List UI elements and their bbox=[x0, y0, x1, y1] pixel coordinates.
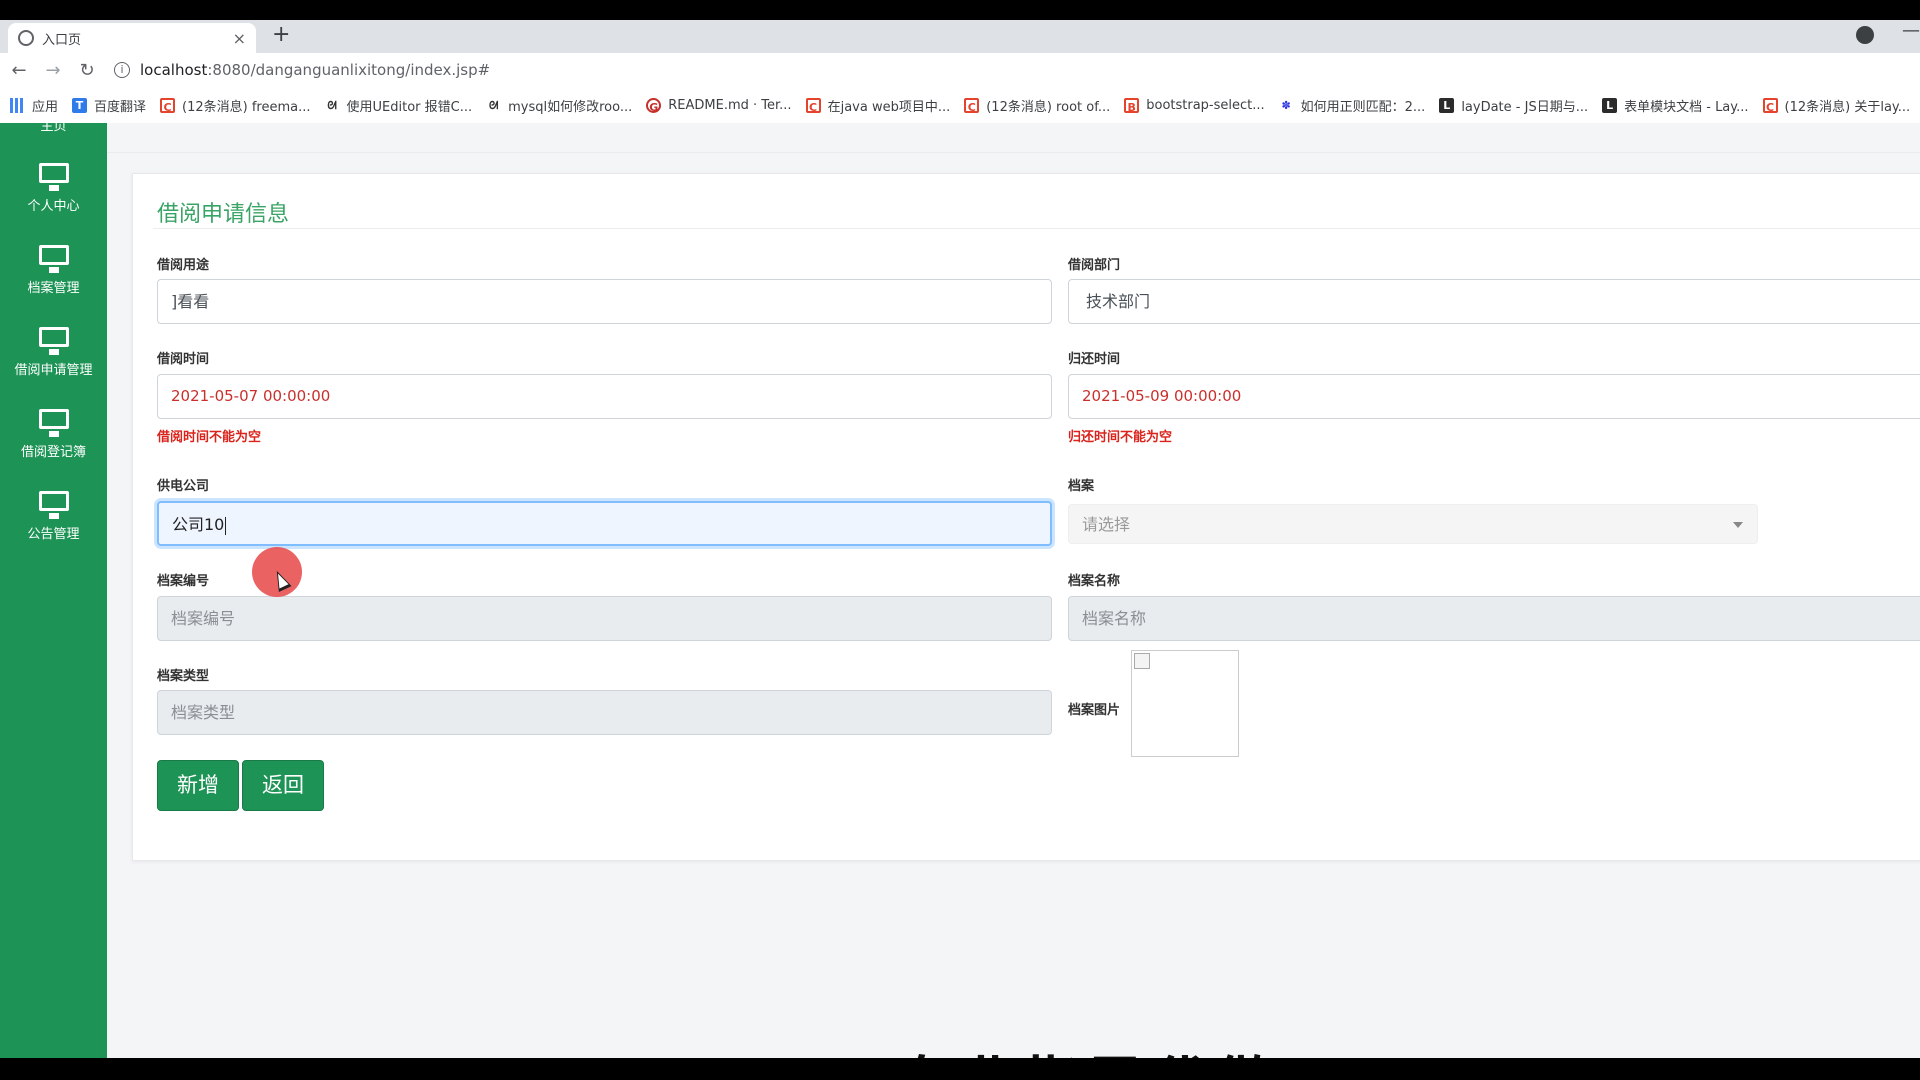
new-tab-button[interactable]: + bbox=[272, 22, 290, 47]
bookmark-item[interactable]: G README.md · Ter... bbox=[646, 97, 792, 114]
top-strip bbox=[107, 123, 1920, 153]
apps-icon bbox=[10, 97, 25, 113]
archive-type-label: 档案类型 bbox=[157, 669, 210, 684]
purpose-label: 借阅用途 bbox=[157, 258, 210, 273]
borrow-time-error: 借阅时间不能为空 bbox=[157, 430, 262, 445]
dept-label: 借阅部门 bbox=[1068, 258, 1121, 273]
monitor-icon bbox=[38, 491, 69, 519]
csdn-icon: C bbox=[160, 97, 176, 114]
return-time-error: 归还时间不能为空 bbox=[1068, 430, 1173, 445]
bottom-letterbox bbox=[0, 1058, 1920, 1080]
bookmark-item[interactable]: ᘛ mysql如何修改roo... bbox=[486, 96, 632, 115]
dropdown-arrow-icon bbox=[1733, 522, 1743, 528]
sidebar-item-label: 借阅申请管理 bbox=[14, 363, 93, 378]
minimize-button[interactable]: — bbox=[1902, 20, 1920, 41]
address-bar[interactable]: i localhost:8080/danganguanlixitong/inde… bbox=[114, 61, 490, 79]
url-text[interactable]: localhost:8080/danganguanlixitong/index.… bbox=[140, 61, 490, 79]
monitor-icon bbox=[38, 409, 69, 437]
bookmark-item[interactable]: T 百度翻译 bbox=[72, 96, 146, 115]
csdn-icon: C bbox=[1762, 97, 1778, 114]
globe-icon bbox=[18, 30, 34, 46]
sidebar-item-label: 个人中心 bbox=[27, 199, 80, 214]
sidebar-item-label: 公告管理 bbox=[27, 527, 80, 542]
sidebar-item-home[interactable]: 主页 bbox=[0, 123, 107, 134]
archive-image-label: 档案图片 bbox=[1068, 703, 1121, 718]
sidebar-item-borrow-application-management[interactable]: 借阅申请管理 bbox=[0, 327, 107, 378]
profile-icon[interactable] bbox=[1856, 26, 1874, 44]
baidu-paw-icon: ✽ bbox=[1278, 97, 1294, 113]
baidu-translate-icon: T bbox=[72, 97, 88, 113]
gitee-icon: G bbox=[646, 97, 662, 114]
archive-name-label: 档案名称 bbox=[1068, 574, 1121, 589]
layui-icon: L bbox=[1602, 97, 1618, 113]
add-button[interactable]: 新增 bbox=[157, 760, 239, 811]
monitor-icon bbox=[38, 327, 69, 355]
divider bbox=[153, 228, 1920, 229]
back-button[interactable]: ← bbox=[2, 60, 36, 81]
swirl-icon: ᘛ bbox=[324, 97, 340, 113]
tab-title: 入口页 bbox=[42, 32, 82, 48]
sidebar-item-personal-center[interactable]: 个人中心 bbox=[0, 163, 107, 214]
archive-no-label: 档案编号 bbox=[157, 574, 210, 589]
archive-select-placeholder: 请选择 bbox=[1082, 515, 1131, 534]
bookmark-item[interactable]: Bbootstrap-select... bbox=[1124, 97, 1265, 114]
info-icon[interactable]: i bbox=[114, 62, 130, 78]
browser-tab[interactable]: 入口页 × bbox=[8, 23, 256, 53]
bookmark-item[interactable]: ✽ 如何用正则匹配：2... bbox=[1278, 96, 1425, 115]
borrow-time-label: 借阅时间 bbox=[157, 352, 210, 367]
monitor-icon bbox=[38, 163, 69, 191]
archive-no-field[interactable]: 档案编号 bbox=[157, 596, 1052, 641]
screen: 入口页 × + — ← → ↻ i localhost:8080/dangang… bbox=[0, 0, 1920, 1080]
sidebar-item-notice-management[interactable]: 公告管理 bbox=[0, 491, 107, 542]
bookmark-item[interactable]: C (12条消息) root of... bbox=[964, 96, 1110, 115]
bookmarks-bar: 应用 T 百度翻译 C (12条消息) freema... ᘛ 使用UEditor 报… bbox=[0, 87, 1920, 123]
company-field[interactable]: 公司10 bbox=[157, 501, 1052, 546]
sidebar: 主页 个人中心 档案管理 借阅申请管理 借阅登记簿 公告管理 bbox=[0, 123, 107, 1058]
archive-name-field[interactable]: 档案名称 bbox=[1068, 596, 1920, 641]
csdn-icon: C bbox=[964, 97, 980, 114]
sidebar-item-label: 借阅登记簿 bbox=[20, 445, 86, 460]
dept-field[interactable]: 技术部门 bbox=[1068, 279, 1920, 324]
close-tab-icon[interactable]: × bbox=[233, 29, 246, 48]
archive-label: 档案 bbox=[1068, 479, 1095, 494]
bootstrap-icon: B bbox=[1124, 97, 1140, 114]
bookmark-item[interactable]: LlayDate - JS日期与... bbox=[1439, 96, 1588, 115]
reload-button[interactable]: ↻ bbox=[70, 60, 104, 81]
page-title: 借阅申请信息 bbox=[157, 202, 290, 227]
text-caret bbox=[225, 516, 227, 535]
archive-select[interactable]: 请选择 bbox=[1068, 504, 1758, 544]
sidebar-item-archive-management[interactable]: 档案管理 bbox=[0, 245, 107, 296]
sidebar-item-label: 档案管理 bbox=[27, 281, 80, 296]
purpose-field[interactable]: ]看看 bbox=[157, 279, 1052, 324]
layui-icon: L bbox=[1439, 97, 1455, 113]
sidebar-item-borrow-register[interactable]: 借阅登记簿 bbox=[0, 409, 107, 460]
browser-toolbar: ← → ↻ i localhost:8080/danganguanlixiton… bbox=[0, 53, 1920, 87]
return-time-label: 归还时间 bbox=[1068, 352, 1121, 367]
company-label: 供电公司 bbox=[157, 479, 210, 494]
back-button[interactable]: 返回 bbox=[242, 760, 324, 811]
broken-image-icon bbox=[1134, 653, 1150, 669]
forward-button[interactable]: → bbox=[36, 60, 70, 81]
bookmark-item[interactable]: ᘛ 使用UEditor 报错C... bbox=[324, 96, 472, 115]
archive-type-field[interactable]: 档案类型 bbox=[157, 690, 1052, 735]
form-card: 借阅申请信息 借阅用途 ]看看 借阅部门 技术部门 借阅时间 2021-05-0… bbox=[132, 173, 1920, 861]
bookmark-apps[interactable]: 应用 bbox=[10, 96, 58, 115]
borrow-time-field[interactable]: 2021-05-07 00:00:00 bbox=[157, 374, 1052, 419]
monitor-icon bbox=[38, 245, 69, 273]
bookmark-item[interactable]: L 表单模块文档 - Lay... bbox=[1602, 96, 1749, 115]
bookmark-item[interactable]: C 在java web项目中... bbox=[805, 96, 950, 115]
bookmark-item[interactable]: C (12条消息) freema... bbox=[160, 96, 311, 115]
browser-tab-strip: 入口页 × + — bbox=[0, 20, 1920, 53]
return-time-field[interactable]: 2021-05-09 00:00:00 bbox=[1068, 374, 1920, 419]
bookmark-item[interactable]: C (12条消息) 关于lay... bbox=[1762, 96, 1910, 115]
page-content: 主页 个人中心 档案管理 借阅申请管理 借阅登记簿 公告管理 借阅申请信息 借阅… bbox=[0, 123, 1920, 1058]
swirl-icon: ᘛ bbox=[486, 97, 502, 113]
archive-image bbox=[1131, 650, 1239, 757]
csdn-icon: C bbox=[805, 97, 821, 114]
